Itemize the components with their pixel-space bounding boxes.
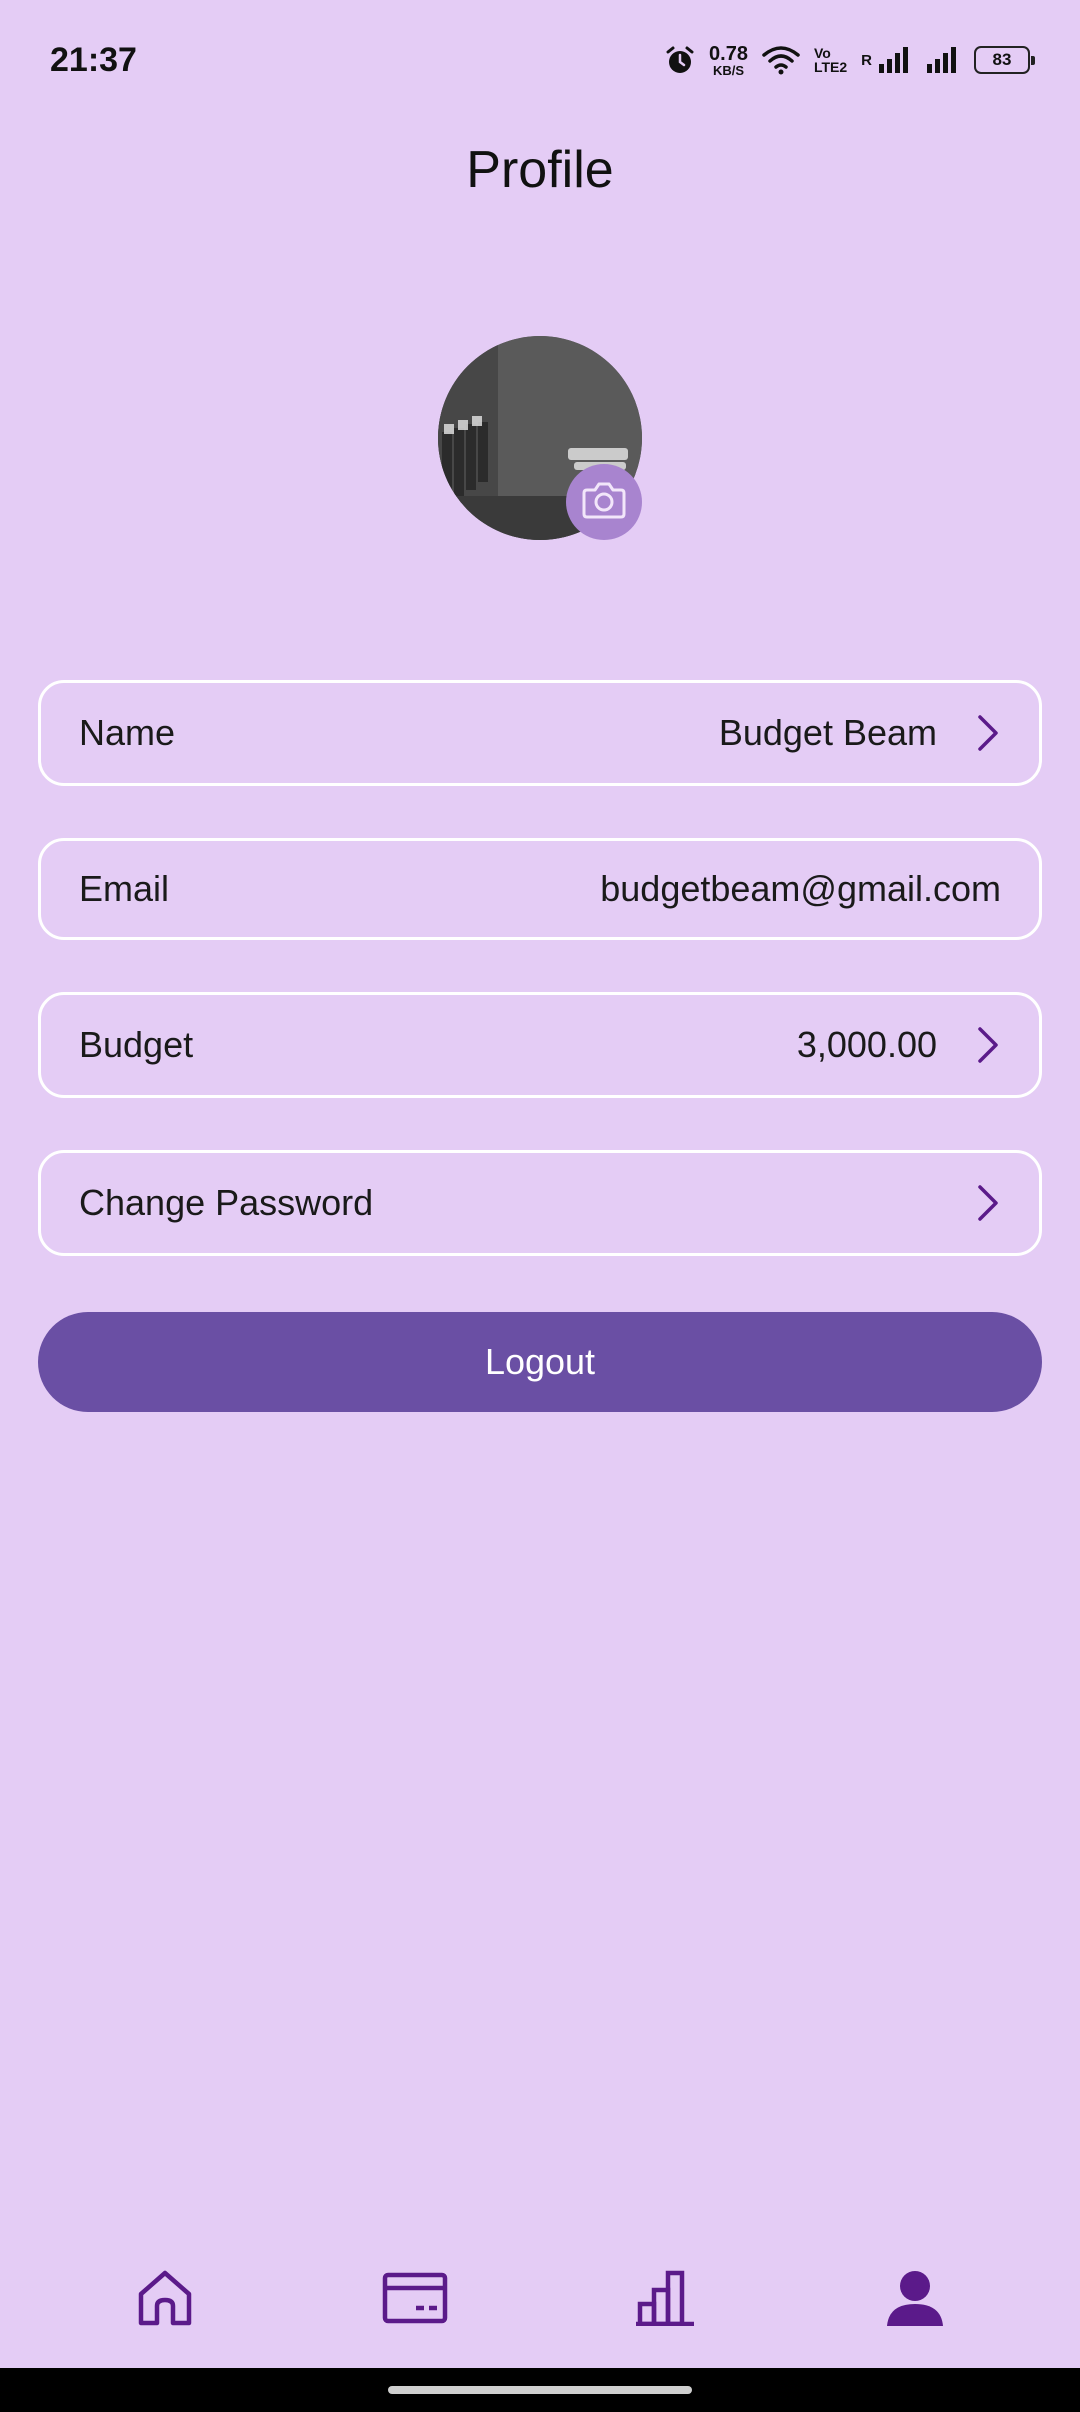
- chevron-right-icon: [975, 713, 1001, 753]
- volte-top: Vo: [813, 45, 831, 61]
- chevron-right-icon: [975, 1025, 1001, 1065]
- email-value: budgetbeam@gmail.com: [600, 868, 1001, 909]
- budget-value: 3,000.00: [796, 1024, 937, 1065]
- status-bar: 21:37 0.78 KB/S Vo LTE2 R 83: [0, 0, 1080, 120]
- budget-row[interactable]: Budget 3,000.00: [38, 992, 1042, 1098]
- network-speed-value: 0.78: [709, 42, 748, 65]
- name-row[interactable]: Name Budget Beam: [38, 680, 1042, 786]
- network-speed-unit: KB/S: [712, 62, 745, 78]
- nav-transactions[interactable]: [355, 2250, 475, 2350]
- nav-statistics[interactable]: [605, 2250, 725, 2350]
- nav-profile[interactable]: [855, 2250, 975, 2350]
- email-label: Email: [79, 868, 170, 909]
- budget-label: Budget: [79, 1024, 194, 1065]
- status-time: 21:37: [50, 40, 137, 79]
- chart-icon: [634, 2270, 696, 2331]
- bottom-navigation: [0, 2240, 1080, 2360]
- name-label: Name: [79, 712, 176, 753]
- home-icon: [135, 2268, 195, 2333]
- volte-indicator: Vo LTE2: [814, 46, 847, 74]
- profile-icon: [885, 2268, 945, 2333]
- name-value: Budget Beam: [718, 712, 937, 753]
- change-password-label: Change Password: [79, 1182, 374, 1223]
- signal-icon-2: [926, 46, 960, 74]
- logout-button[interactable]: Logout: [38, 1312, 1042, 1412]
- change-photo-button[interactable]: [566, 464, 642, 540]
- avatar-container: [438, 336, 642, 540]
- home-gesture-handle[interactable]: [388, 2386, 692, 2394]
- signal-icon-1: [878, 46, 912, 74]
- page-title: Profile: [466, 141, 614, 199]
- email-row: Email budgetbeam@gmail.com: [38, 838, 1042, 940]
- card-icon: [382, 2272, 448, 2329]
- camera-icon: [581, 480, 627, 525]
- volte-bottom: LTE2: [813, 59, 848, 75]
- chevron-right-icon: [975, 1183, 1001, 1223]
- change-password-row[interactable]: Change Password: [38, 1150, 1042, 1256]
- roaming-indicator: R: [861, 51, 872, 69]
- nav-home[interactable]: [105, 2250, 225, 2350]
- status-icons: 0.78 KB/S Vo LTE2 R 83: [665, 44, 1035, 77]
- network-speed: 0.78 KB/S: [709, 44, 748, 77]
- alarm-icon: [665, 45, 695, 75]
- profile-settings-list: Name Budget Beam Email budgetbeam@gmail.…: [38, 680, 1042, 1308]
- wifi-icon: [762, 45, 800, 75]
- battery-icon: 83: [974, 46, 1035, 74]
